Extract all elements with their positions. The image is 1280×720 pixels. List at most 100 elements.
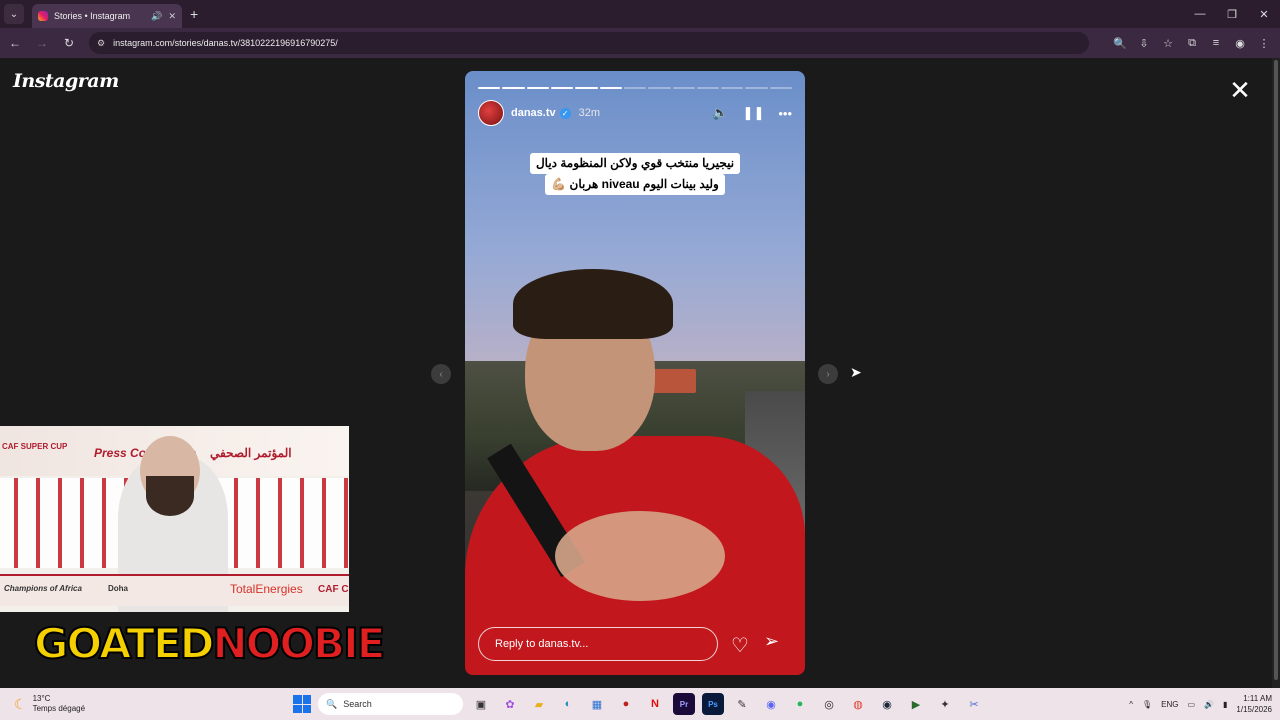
clock-time: 1:11 AM xyxy=(1243,694,1272,703)
taskbar-search-placeholder: Search xyxy=(343,699,372,709)
doha-text: Doha xyxy=(108,584,128,593)
netflix-icon[interactable]: N xyxy=(644,693,666,715)
streamer-beard xyxy=(146,476,194,516)
instagram-stories-page: Instagram ✕ ‹ › ➤ danas.tv ✓ 32m 🔈 ❚❚ ••… xyxy=(0,58,1280,688)
pause-icon[interactable]: ❚❚ xyxy=(743,105,765,121)
browser-toolbar: ← → ↻ ⚙ instagram.com/stories/danas.tv/3… xyxy=(0,28,1280,58)
premiere-icon[interactable]: Pr xyxy=(673,693,695,715)
scrollbar-thumb[interactable] xyxy=(1274,60,1278,680)
site-info-icon[interactable]: ⚙ xyxy=(97,38,105,49)
totalenergies-logo: TotalEnergies xyxy=(230,582,303,596)
logo-part-noobie: NOOBIE xyxy=(212,618,387,669)
story-progress-segment xyxy=(550,87,574,89)
obs-icon[interactable]: ◎ xyxy=(818,693,840,715)
volume-icon[interactable]: 🔈 xyxy=(712,105,728,121)
snipping-tool-icon[interactable]: ✂ xyxy=(963,693,985,715)
page-scrollbar[interactable] xyxy=(1272,58,1280,688)
next-story-icon[interactable]: › xyxy=(818,364,838,384)
edge-icon[interactable]: ◐ xyxy=(557,693,579,715)
spotify-icon[interactable]: ● xyxy=(789,693,811,715)
task-view-icon[interactable]: ▣ xyxy=(470,693,492,715)
story-person-hand xyxy=(555,511,725,601)
clock-date: 1/15/2026 xyxy=(1236,705,1272,714)
volume-tray-icon[interactable]: 🔊 xyxy=(1204,700,1214,709)
new-tab-button[interactable]: + xyxy=(190,6,198,22)
story-progress-segment xyxy=(648,87,671,89)
tab-search-icon[interactable]: ⌄ xyxy=(4,4,24,24)
tab-audio-icon[interactable]: 🔊 xyxy=(151,11,162,22)
story-author-username[interactable]: danas.tv xyxy=(511,107,556,119)
steam-icon[interactable]: ◉ xyxy=(876,693,898,715)
minimize-button[interactable]: — xyxy=(1184,0,1216,28)
weather-description: Temps dégagé xyxy=(32,704,86,713)
taskbar-apps: ▣ ✿ ▰ ◐ ▦ ● N Pr Ps ✎ ◉ ● ◎ ◍ ◉ ▶ ✦ ✂ xyxy=(470,693,985,715)
window-controls: — ❐ ✕ xyxy=(1184,0,1280,28)
reply-placeholder: Reply to danas.tv... xyxy=(495,638,589,650)
chrome-icon[interactable]: ◍ xyxy=(847,693,869,715)
verified-badge-icon: ✓ xyxy=(559,107,571,119)
media-control-icon[interactable]: ≡ xyxy=(1206,31,1226,55)
app-icon[interactable]: ✦ xyxy=(934,693,956,715)
caf-super-cup-text: CAF SUPER CUP xyxy=(2,442,68,451)
story-header: danas.tv ✓ 32m 🔈 ❚❚ ••• xyxy=(478,99,792,127)
language-indicator[interactable]: ENG xyxy=(1161,700,1178,709)
story-time-ago: 32m xyxy=(578,107,601,119)
tab-instagram-stories[interactable]: Stories • Instagram 🔊 ✕ xyxy=(32,4,182,28)
story-progress-segment xyxy=(526,87,549,89)
weather-moon-icon[interactable]: ☾ xyxy=(14,696,27,713)
network-icon[interactable]: ▭ xyxy=(1187,700,1195,709)
previous-story-icon[interactable]: ‹ xyxy=(431,364,451,384)
press-conference-ar-text: المؤتمر الصحفي xyxy=(210,446,292,460)
story-progress-segment xyxy=(478,87,501,89)
story-controls: 🔈 ❚❚ ••• xyxy=(712,105,792,121)
story-progress-segment xyxy=(575,87,598,89)
forward-button[interactable]: → xyxy=(30,31,54,55)
store-icon[interactable]: ▦ xyxy=(586,693,608,715)
address-bar[interactable]: ⚙ instagram.com/stories/danas.tv/3810222… xyxy=(89,32,1089,54)
windows-start-icon[interactable] xyxy=(293,695,311,713)
profile-avatar[interactable]: ◉ xyxy=(1230,31,1250,55)
close-stories-icon[interactable]: ✕ xyxy=(1226,75,1254,105)
story-person-hair xyxy=(513,269,673,339)
reply-input[interactable]: Reply to danas.tv... xyxy=(478,627,718,661)
mouse-cursor-icon: ➤ xyxy=(850,364,862,380)
url-text: instagram.com/stories/danas.tv/381022219… xyxy=(113,38,338,48)
zoom-icon[interactable]: 🔍 xyxy=(1110,31,1130,55)
browser-menu-icon[interactable]: ⋮ xyxy=(1254,31,1274,55)
battery-icon[interactable]: ▮ xyxy=(1223,700,1227,709)
bookmark-star-icon[interactable]: ☆ xyxy=(1158,31,1178,55)
instagram-favicon-icon xyxy=(38,11,48,21)
taskbar-search-input[interactable]: 🔍 Search xyxy=(318,693,463,715)
instagram-logo[interactable]: Instagram xyxy=(13,70,119,92)
copilot-icon[interactable]: ✿ xyxy=(499,693,521,715)
reload-button[interactable]: ↻ xyxy=(57,31,81,55)
close-window-button[interactable]: ✕ xyxy=(1248,0,1280,28)
install-app-icon[interactable]: ⇩ xyxy=(1134,31,1154,55)
more-options-icon[interactable]: ••• xyxy=(778,106,792,121)
tab-title: Stories • Instagram xyxy=(54,11,131,21)
caf-logo-text: CAF C xyxy=(318,584,349,595)
tab-close-icon[interactable]: ✕ xyxy=(168,11,176,22)
back-button[interactable]: ← xyxy=(3,31,27,55)
taskbar-clock[interactable]: 1:11 AM 1/15/2026 xyxy=(1236,693,1272,715)
microphone-icon[interactable]: 🎙 xyxy=(1142,700,1152,709)
file-explorer-icon[interactable]: ▰ xyxy=(528,693,550,715)
story-progress-segment xyxy=(599,87,622,89)
weather-widget[interactable]: 13°C Temps dégagé xyxy=(33,694,85,714)
terminal-icon[interactable]: ▶ xyxy=(905,693,927,715)
webcam-overlay: CAF SUPER CUP Press Conference المؤتمر ا… xyxy=(0,426,349,612)
like-heart-icon[interactable]: ♡ xyxy=(731,633,749,658)
goatednoobie-logo: GOATED NOOBIE xyxy=(33,618,387,669)
story-author-avatar[interactable] xyxy=(478,100,504,126)
opera-icon[interactable]: ● xyxy=(615,693,637,715)
story-progress-segment xyxy=(623,87,647,89)
toolbar-actions: 🔍 ⇩ ☆ ⧉ ≡ ◉ ⋮ xyxy=(1110,31,1274,55)
share-send-icon[interactable]: ➢ xyxy=(764,631,779,652)
photoshop-icon[interactable]: Ps xyxy=(702,693,724,715)
story-viewer[interactable]: danas.tv ✓ 32m 🔈 ❚❚ ••• نيجيريا منتخب قو… xyxy=(465,71,805,675)
extensions-icon[interactable]: ⧉ xyxy=(1182,31,1202,55)
notepad-icon[interactable]: ✎ xyxy=(731,693,753,715)
discord-icon[interactable]: ◉ xyxy=(760,693,782,715)
tray-overflow-icon[interactable]: ^ xyxy=(1129,700,1133,709)
restore-button[interactable]: ❐ xyxy=(1216,0,1248,28)
